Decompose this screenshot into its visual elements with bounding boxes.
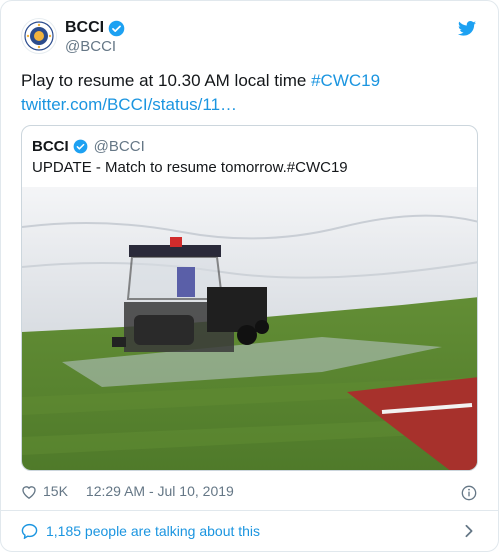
tweet-hashtag[interactable]: #CWC19: [311, 71, 380, 90]
twitter-bird-icon[interactable]: [458, 21, 476, 36]
bcci-logo-icon: [24, 21, 54, 51]
quoted-text: UPDATE - Match to resume tomorrow.#CWC19: [32, 159, 348, 176]
verified-badge-icon: [73, 139, 88, 154]
verified-badge-icon: [108, 20, 125, 36]
conversation-text[interactable]: 1,185 people are talking about this: [46, 523, 260, 539]
author-handle[interactable]: @BCCI: [65, 38, 116, 55]
tweet-text: Play to resume at 10.30 AM local time #C…: [21, 70, 380, 92]
tweet-link[interactable]: twitter.com/BCCI/status/11…: [21, 94, 237, 116]
quoted-author-name: BCCI: [32, 138, 69, 155]
tweet-text-main: Play to resume at 10.30 AM local time: [21, 71, 312, 90]
quoted-media-image[interactable]: [22, 187, 478, 471]
tweet-meta: 15K 12:29 AM - Jul 10, 2019: [21, 483, 234, 499]
comment-icon: [21, 523, 38, 539]
footer-divider: [1, 510, 498, 511]
quoted-author-row: BCCI @BCCI: [32, 138, 145, 155]
tweet-timestamp[interactable]: 12:29 AM - Jul 10, 2019: [86, 483, 234, 499]
info-icon[interactable]: [461, 485, 477, 501]
quoted-tweet[interactable]: BCCI @BCCI UPDATE - Match to resume tomo…: [21, 125, 478, 471]
heart-icon[interactable]: [21, 484, 37, 499]
quoted-author-handle: @BCCI: [93, 138, 145, 155]
conversation-link[interactable]: 1,185 people are talking about this: [21, 523, 260, 539]
like-count[interactable]: 15K: [43, 483, 68, 499]
author-name-row[interactable]: BCCI: [65, 19, 125, 37]
author-avatar[interactable]: [21, 18, 57, 54]
chevron-right-icon[interactable]: [464, 524, 474, 538]
author-name[interactable]: BCCI: [65, 19, 104, 37]
embedded-tweet-card: BCCI @BCCI Play to resume at 10.30 AM lo…: [0, 0, 499, 552]
